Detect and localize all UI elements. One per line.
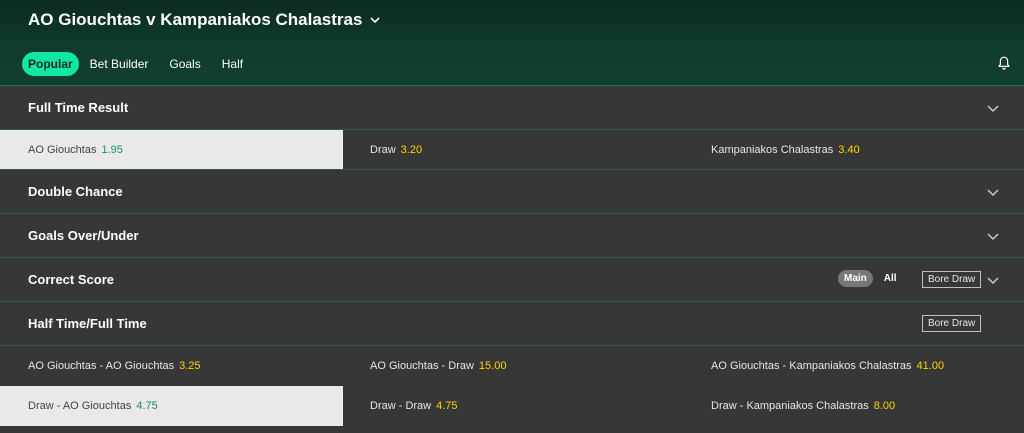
htft-row-2: Draw - AO Giouchtas 4.75 Draw - Draw 4.7… (0, 386, 1024, 426)
market-title: Double Chance (28, 184, 123, 199)
selection-label: Draw - Kampaniakos Chalastras (711, 400, 869, 412)
odds-selection[interactable]: AO Giouchtas - Kampaniakos Chalastras 41… (684, 346, 1024, 386)
odds-selection[interactable]: Draw - Kampaniakos Chalastras 8.00 (684, 386, 1024, 426)
chevron-down-icon (370, 17, 381, 24)
htft-row-1: AO Giouchtas - AO Giouchtas 3.25 AO Giou… (0, 346, 1024, 386)
toggle-main-button[interactable]: Main (838, 270, 873, 287)
market-half-time-full-time-header: Half Time/Full Time (0, 302, 1024, 346)
market-tabs: Popular Bet Builder Goals Half (22, 52, 254, 76)
odds-selection[interactable]: Draw - AO Giouchtas 4.75 (0, 386, 343, 426)
selection-price: 15.00 (478, 360, 507, 372)
correct-score-toggle: Main All (838, 270, 899, 287)
selection-price: 4.75 (436, 400, 458, 412)
market-double-chance-header[interactable]: Double Chance (0, 170, 1024, 214)
chevron-down-icon[interactable] (986, 229, 1000, 243)
chevron-down-icon[interactable] (986, 273, 1000, 287)
tab-popular[interactable]: Popular (22, 52, 79, 76)
tab-goals[interactable]: Goals (159, 52, 210, 76)
selection-price: 3.40 (838, 144, 860, 156)
selection-price: 41.00 (916, 360, 945, 372)
selection-label: AO Giouchtas - AO Giouchtas (28, 360, 175, 372)
market-title: Full Time Result (28, 100, 129, 115)
market-goals-over-under-header[interactable]: Goals Over/Under (0, 214, 1024, 258)
full-time-result-row: AO Giouchtas 1.95 Draw 3.20 Kampaniakos … (0, 130, 1024, 170)
bell-icon[interactable] (996, 55, 1012, 71)
odds-selection-away[interactable]: Kampaniakos Chalastras 3.40 (684, 130, 1024, 170)
market-title: Goals Over/Under (28, 228, 139, 243)
selection-label: Draw - Draw (370, 400, 432, 412)
market-title: Half Time/Full Time (28, 316, 147, 331)
selection-label: Kampaniakos Chalastras (711, 144, 834, 156)
odds-selection[interactable]: AO Giouchtas - Draw 15.00 (343, 346, 684, 386)
chevron-down-icon[interactable] (986, 185, 1000, 199)
market-title: Correct Score (28, 272, 114, 287)
market-full-time-result-header[interactable]: Full Time Result (0, 86, 1024, 130)
selection-price: 3.20 (400, 144, 423, 156)
tab-half[interactable]: Half (212, 52, 253, 76)
match-header: AO Giouchtas v Kampaniakos Chalastras Po… (0, 0, 1024, 86)
odds-selection[interactable]: AO Giouchtas - AO Giouchtas 3.25 (0, 346, 343, 386)
odds-selection-draw[interactable]: Draw 3.20 (343, 130, 684, 170)
selection-label: Draw (370, 144, 396, 156)
selection-price: 3.25 (179, 360, 201, 372)
selection-label: AO Giouchtas - Draw (370, 360, 474, 372)
odds-selection-home[interactable]: AO Giouchtas 1.95 (0, 130, 343, 170)
selection-label: AO Giouchtas - Kampaniakos Chalastras (711, 360, 912, 372)
match-title: AO Giouchtas v Kampaniakos Chalastras (28, 10, 363, 29)
match-title-dropdown[interactable]: AO Giouchtas v Kampaniakos Chalastras (28, 9, 382, 31)
selection-label: AO Giouchtas (28, 144, 97, 156)
selection-label: Draw - AO Giouchtas (28, 400, 132, 412)
selection-price: 4.75 (136, 400, 158, 412)
selection-price: 8.00 (873, 400, 896, 412)
selection-price: 1.95 (101, 144, 123, 156)
chevron-down-icon[interactable] (986, 101, 1000, 115)
bore-draw-button[interactable]: Bore Draw (922, 315, 982, 332)
toggle-all-button[interactable]: All (882, 270, 899, 287)
tab-bet-builder[interactable]: Bet Builder (80, 52, 159, 76)
bore-draw-button[interactable]: Bore Draw (922, 271, 982, 288)
odds-selection[interactable]: Draw - Draw 4.75 (343, 386, 684, 426)
